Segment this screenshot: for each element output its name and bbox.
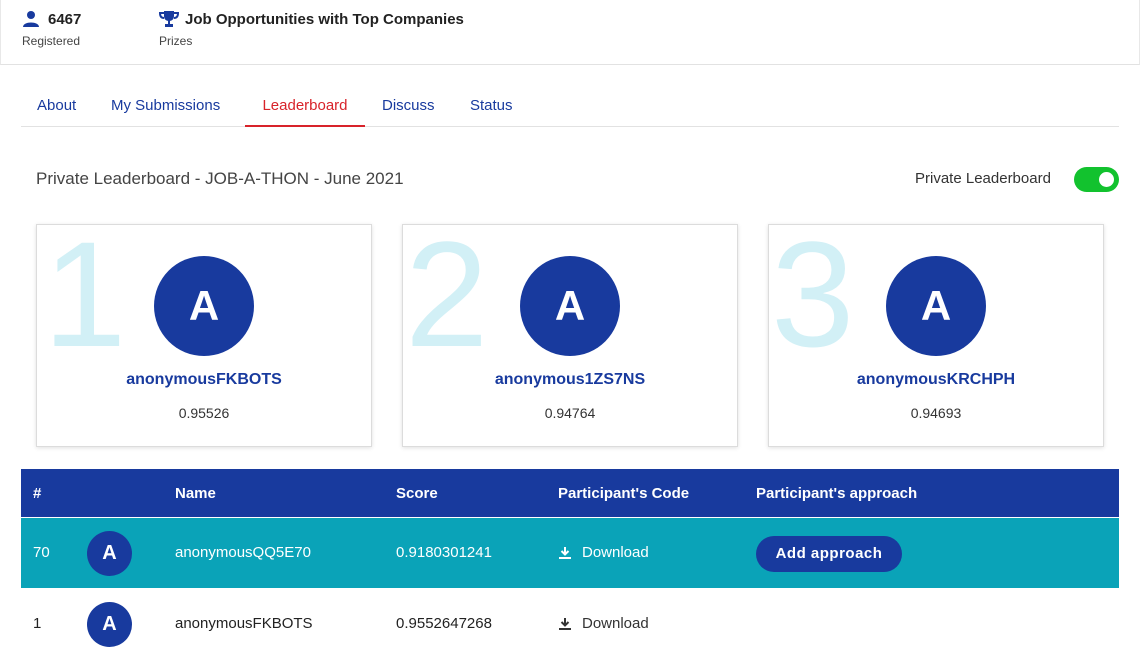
registered-count: 6467	[48, 10, 82, 28]
col-name: Name	[175, 485, 216, 502]
trophy-icon	[158, 10, 180, 28]
leaderboard-table-header: # Name Score Participant's Code Particip…	[21, 469, 1119, 517]
col-rank: #	[33, 485, 42, 502]
registered-label: Registered	[22, 34, 81, 48]
tab-discuss[interactable]: Discuss	[382, 86, 435, 127]
podium-score: 0.95526	[178, 405, 230, 421]
podium-username[interactable]: anonymousKRCHPH	[769, 371, 1103, 389]
avatar: A	[520, 256, 620, 356]
avatar: A	[154, 256, 254, 356]
table-row-current-user: 70 A anonymousQQ5E70 0.9180301241 Downlo…	[21, 518, 1119, 588]
download-icon	[559, 617, 571, 630]
podium-username[interactable]: anonymousFKBOTS	[37, 371, 371, 389]
prizes-label: Prizes	[159, 34, 193, 48]
podium-card-2: 2 A anonymous1ZS7NS 0.94764	[402, 224, 738, 447]
podium-username[interactable]: anonymous1ZS7NS	[403, 371, 737, 389]
rank-numeral: 2	[405, 224, 489, 378]
download-link[interactable]: Download	[558, 615, 649, 632]
podium-score: 0.94693	[910, 405, 962, 421]
col-code: Participant's Code	[558, 485, 690, 502]
prizes-stat: Job Opportunities with Top Companies Pri…	[158, 10, 464, 48]
row-rank: 70	[33, 544, 50, 561]
row-rank: 1	[33, 615, 42, 632]
table-row: 1 A anonymousFKBOTS 0.9552647268 Downloa…	[21, 588, 1119, 658]
podium-card-1: 1 A anonymousFKBOTS 0.95526	[36, 224, 372, 447]
tab-my-submissions[interactable]: My Submissions	[111, 86, 220, 127]
podium-score: 0.94764	[544, 405, 596, 421]
avatar: A	[87, 531, 132, 576]
leaderboard-title: Private Leaderboard - JOB-A-THON - June …	[36, 169, 404, 188]
col-approach: Participant's approach	[756, 485, 918, 502]
tab-leaderboard[interactable]: Leaderboard	[245, 86, 365, 127]
row-name: anonymousFKBOTS	[175, 615, 313, 632]
row-score: 0.9552647268	[396, 615, 492, 632]
private-leaderboard-label: Private Leaderboard	[915, 170, 1051, 187]
tab-bar: About My Submissions Leaderboard Discuss…	[21, 86, 1119, 127]
download-icon	[559, 546, 571, 559]
download-link[interactable]: Download	[558, 544, 649, 561]
tab-about[interactable]: About	[37, 86, 76, 127]
prizes-value: Job Opportunities with Top Companies	[185, 10, 464, 28]
registered-stat: 6467 Registered	[22, 10, 82, 49]
col-score: Score	[396, 485, 438, 502]
rank-numeral: 1	[43, 224, 127, 378]
podium-card-3: 3 A anonymousKRCHPH 0.94693	[768, 224, 1104, 447]
toggle-knob	[1099, 172, 1114, 187]
rank-numeral: 3	[771, 224, 855, 378]
avatar: A	[87, 602, 132, 647]
private-leaderboard-toggle[interactable]	[1074, 167, 1119, 192]
avatar: A	[886, 256, 986, 356]
user-icon	[22, 10, 40, 28]
row-name: anonymousQQ5E70	[175, 544, 311, 561]
row-score: 0.9180301241	[396, 544, 492, 561]
download-label: Download	[582, 544, 649, 561]
tab-status[interactable]: Status	[470, 86, 513, 127]
add-approach-button[interactable]: Add approach	[756, 536, 902, 572]
download-label: Download	[582, 615, 649, 632]
stats-bar: 6467 Registered Job Opportunities with T…	[0, 0, 1140, 65]
